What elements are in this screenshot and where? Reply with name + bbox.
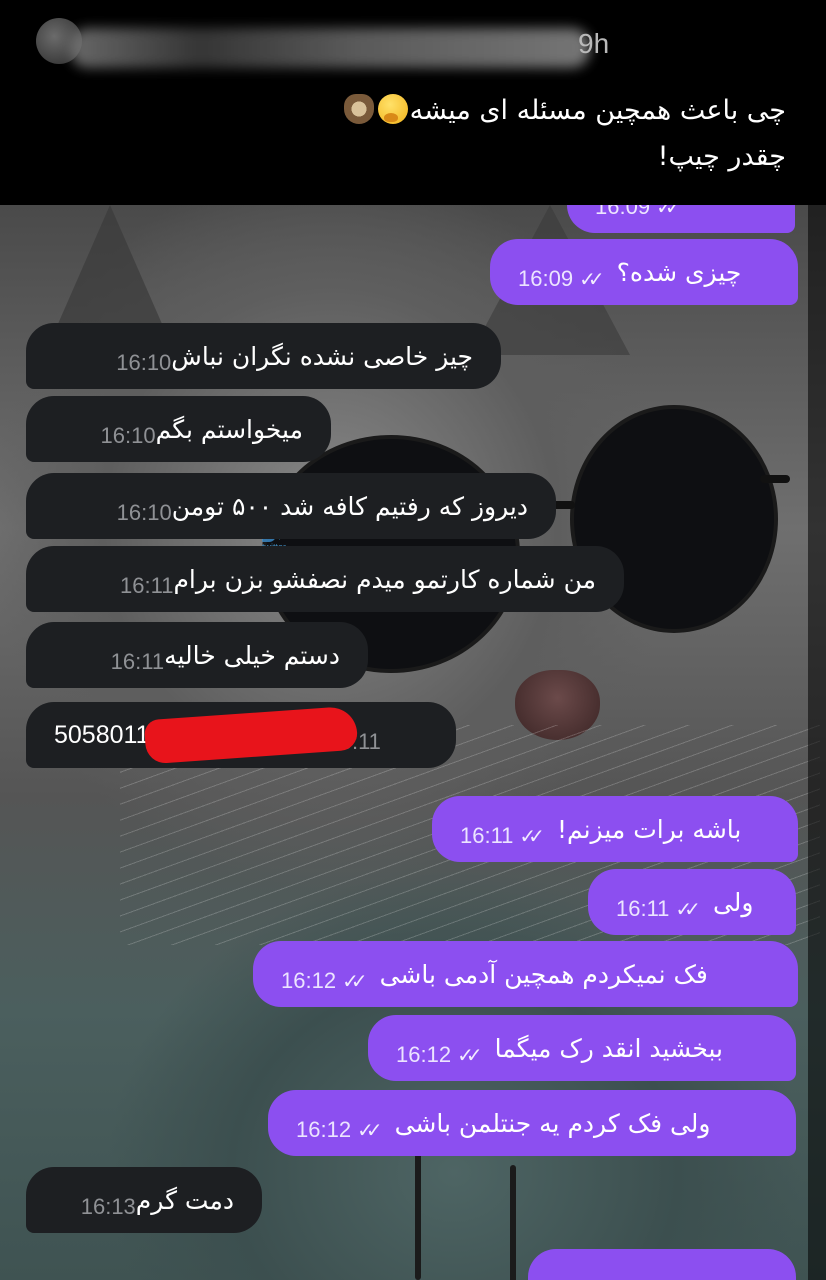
- message-incoming[interactable]: 5058011 16:11: [26, 702, 456, 768]
- message-meta: 16:10: [117, 500, 172, 526]
- message-meta: 16:10: [101, 423, 156, 449]
- message-text: دیروز که رفتیم کافه شد ۵۰۰ تومن: [171, 491, 528, 521]
- wallpaper-hoodie-cord: [510, 1165, 516, 1280]
- wallpaper-hoodie-cord: [415, 1145, 421, 1280]
- tweet-line-1-text: چی باعث همچین مسئله ای میشه: [409, 95, 786, 126]
- message-time: 16:10: [100, 423, 156, 448]
- message-meta: 16:11: [111, 649, 164, 675]
- message-outgoing[interactable]: [528, 1249, 796, 1280]
- message-meta: 16:12 ✓✓: [396, 1042, 482, 1068]
- message-time: 16:12: [396, 1042, 452, 1067]
- message-text: میخواستم بگم: [155, 414, 303, 444]
- message-meta: 16:13: [81, 1194, 136, 1220]
- message-time: 16:11: [460, 823, 514, 848]
- message-outgoing[interactable]: 16:09 ✓✓: [567, 205, 795, 233]
- blurred-username: [70, 28, 590, 68]
- message-meta: 16:12 ✓✓: [296, 1117, 382, 1143]
- tweet-line-2: چقدر چیپ!: [657, 141, 786, 172]
- wallpaper-sunglasses-arm: [760, 475, 790, 483]
- red-redaction-scribble: [144, 705, 359, 765]
- tweet-line-1: چی باعث همچین مسئله ای میشه: [186, 88, 786, 134]
- message-time: 16:11: [110, 649, 165, 674]
- message-incoming[interactable]: دمت گرم 16:13: [26, 1167, 262, 1233]
- message-text: فک نمیکردم همچین آدمی باشی: [379, 959, 708, 989]
- message-text: دستم خیلی خالیه: [164, 640, 340, 670]
- message-text: دمت گرم: [135, 1185, 234, 1215]
- message-incoming[interactable]: من شماره کارتمو میدم نصفشو بزن برام 16:1…: [26, 546, 624, 612]
- double-check-icon: ✓✓: [656, 205, 681, 219]
- double-check-icon: ✓✓: [342, 970, 367, 993]
- message-meta: 16:09 ✓✓: [518, 266, 604, 292]
- message-text: چیز خاصی نشده نگران نباش: [171, 341, 473, 371]
- message-time: 16:12: [296, 1117, 352, 1142]
- tweet-text: چی باعث همچین مسئله ای میشه چقدر چیپ!: [186, 88, 786, 180]
- message-time: 16:11: [616, 896, 670, 921]
- message-meta: 16:11 ✓✓: [616, 896, 701, 922]
- message-meta: 16:09 ✓✓: [595, 205, 681, 220]
- message-meta: 16:11: [120, 573, 173, 599]
- tweet-header: 9h چی باعث همچین مسئله ای میشه چقدر چیپ!: [0, 0, 826, 205]
- message-time: 16:09: [518, 266, 574, 291]
- message-text: ببخشید انقد رک میگما: [494, 1033, 723, 1063]
- message-meta: 16:10: [116, 350, 171, 376]
- message-outgoing[interactable]: چیزی شده؟ 16:09 ✓✓: [490, 239, 798, 305]
- chat-screenshot: persian twitter 16:09✓✓ چیزی شده؟ 16:09✓…: [0, 205, 826, 1280]
- message-time: 16:09: [595, 205, 651, 219]
- message-outgoing[interactable]: فک نمیکردم همچین آدمی باشی 16:12 ✓✓: [253, 941, 798, 1007]
- message-outgoing[interactable]: ولی فک کردم یه جنتلمن باشی 16:12 ✓✓: [268, 1090, 796, 1156]
- message-time: 16:11: [120, 573, 174, 598]
- message-outgoing[interactable]: ببخشید انقد رک میگما 16:12 ✓✓: [368, 1015, 796, 1081]
- double-check-icon: ✓✓: [519, 825, 544, 848]
- message-time: 16:13: [80, 1194, 136, 1219]
- message-incoming[interactable]: چیز خاصی نشده نگران نباش 16:10: [26, 323, 501, 389]
- message-time: 16:12: [281, 968, 337, 993]
- message-text: چیزی شده؟: [616, 257, 742, 287]
- double-check-icon: ✓✓: [579, 268, 604, 291]
- edge-shadow: [808, 205, 826, 1280]
- message-text: ولی: [712, 887, 754, 917]
- message-text: ولی فک کردم یه جنتلمن باشی: [394, 1108, 711, 1138]
- message-meta: 16:12 ✓✓: [281, 968, 367, 994]
- thinking-face-icon: [377, 94, 408, 124]
- message-incoming[interactable]: دیروز که رفتیم کافه شد ۵۰۰ تومن 16:10: [26, 473, 556, 539]
- message-outgoing[interactable]: باشه برات میزنم! 16:11 ✓✓: [432, 796, 798, 862]
- double-check-icon: ✓✓: [675, 898, 700, 921]
- message-text: باشه برات میزنم!: [556, 814, 742, 844]
- message-incoming[interactable]: میخواستم بگم 16:10: [26, 396, 331, 462]
- double-check-icon: ✓✓: [357, 1119, 382, 1142]
- double-check-icon: ✓✓: [457, 1044, 482, 1067]
- tweet-time: 9h: [578, 28, 610, 59]
- message-time: 16:10: [116, 500, 172, 525]
- message-time: 16:10: [116, 350, 172, 375]
- message-meta: 16:11 ✓✓: [460, 823, 545, 849]
- message-incoming[interactable]: دستم خیلی خالیه 16:11: [26, 622, 368, 688]
- message-text: من شماره کارتمو میدم نصفشو بزن برام: [173, 564, 596, 594]
- sloth-icon: [343, 94, 374, 124]
- card-number-partial: 5058011: [54, 720, 150, 749]
- message-outgoing[interactable]: ولی 16:11 ✓✓: [588, 869, 796, 935]
